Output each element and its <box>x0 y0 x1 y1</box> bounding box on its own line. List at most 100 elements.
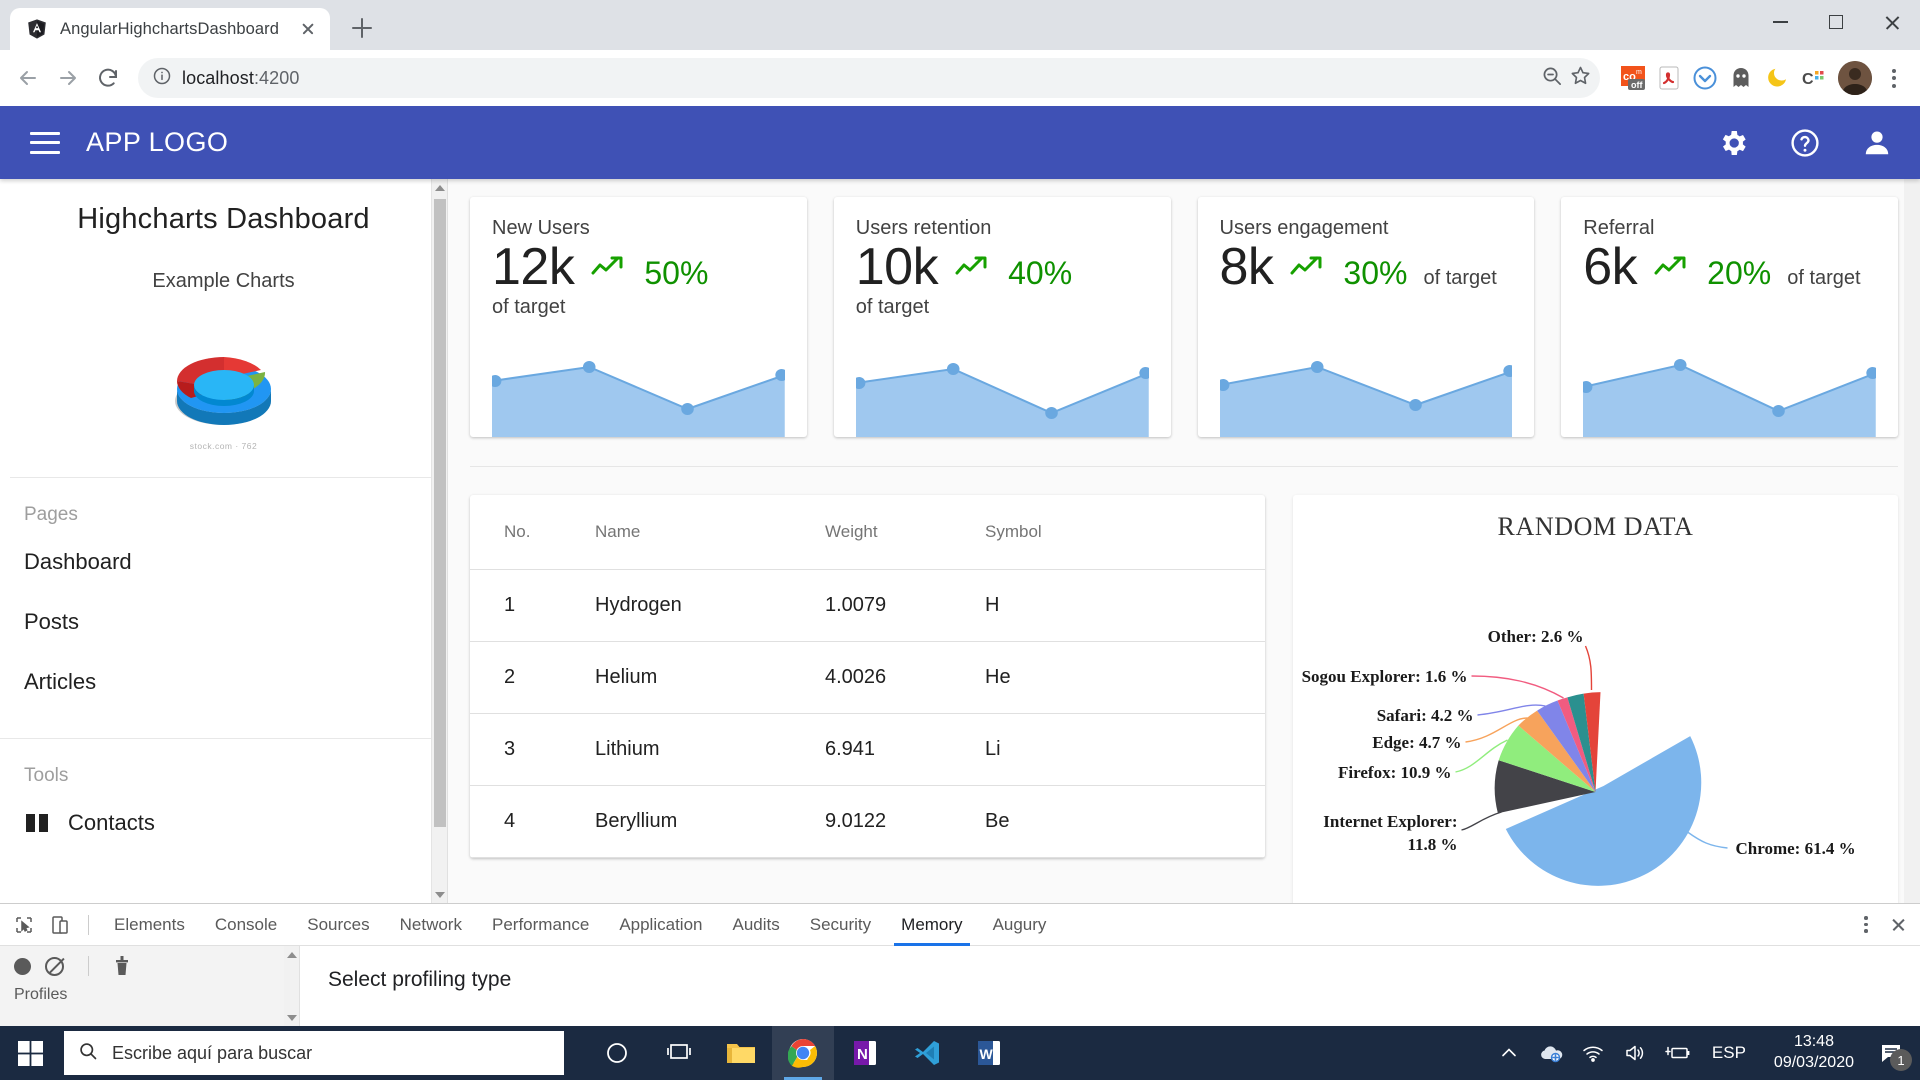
vscode-icon[interactable] <box>896 1026 958 1080</box>
help-circle-icon[interactable] <box>1788 126 1822 160</box>
devtools-tab-elements[interactable]: Elements <box>99 904 200 946</box>
pie-label-edge: Edge: 4.7 % <box>1372 733 1461 752</box>
sidebar-item-contacts[interactable]: Contacts <box>0 793 447 853</box>
info-circle-icon[interactable] <box>152 66 172 91</box>
scroll-down-arrow-icon[interactable] <box>284 1009 300 1026</box>
scroll-down-arrow-icon[interactable] <box>432 886 447 903</box>
window-close-button[interactable] <box>1864 0 1920 44</box>
battery-charging-icon[interactable] <box>1656 1026 1698 1080</box>
angular-logo-icon <box>26 18 48 40</box>
kebab-menu-icon[interactable] <box>1852 911 1880 939</box>
kebab-menu-icon[interactable] <box>1878 62 1910 94</box>
file-explorer-icon[interactable] <box>710 1026 772 1080</box>
devtools-tab-augury[interactable]: Augury <box>978 904 1062 946</box>
search-input[interactable]: Escribe aquí para buscar <box>64 1031 564 1075</box>
trend-up-icon <box>590 254 628 280</box>
gear-icon[interactable] <box>1716 126 1750 160</box>
scroll-up-arrow-icon[interactable] <box>432 179 447 196</box>
adobe-acrobat-icon[interactable] <box>1654 63 1684 93</box>
new-tab-button[interactable] <box>342 8 382 48</box>
pie-connector-sogou <box>1471 675 1564 699</box>
sidebar-item-articles[interactable]: Articles <box>0 652 447 712</box>
pie-connector-chrome <box>1687 831 1728 849</box>
browser-tab[interactable]: AngularHighchartsDashboard <box>10 8 330 50</box>
devtools-tab-network[interactable]: Network <box>385 904 477 946</box>
sidebar-section-label: Pages <box>24 504 78 525</box>
sidebar-subtitle: Example Charts <box>152 270 295 292</box>
cortana-icon[interactable] <box>586 1026 648 1080</box>
table-row[interactable]: 4 Beryllium 9.0122 Be <box>470 785 1265 858</box>
sidebar-item-dashboard[interactable]: Dashboard <box>0 532 447 592</box>
devtools-tab-performance[interactable]: Performance <box>477 904 604 946</box>
chrome-icon[interactable] <box>772 1026 834 1080</box>
devtools-sidebar-scrollbar[interactable] <box>284 946 299 1026</box>
reload-icon[interactable] <box>90 60 126 96</box>
action-center-icon[interactable]: 1 <box>1868 1026 1914 1080</box>
kpi-card-users-retention: Users retention 10k 40% of target <box>833 197 1171 437</box>
record-icon[interactable] <box>14 957 31 975</box>
inspect-element-icon[interactable] <box>6 907 42 943</box>
clear-icon[interactable] <box>45 956 64 976</box>
chevron-up-icon[interactable] <box>1488 1026 1530 1080</box>
tab-close-icon[interactable] <box>296 17 320 41</box>
kpi-value: 10k <box>855 238 939 296</box>
devtools-tab-audits[interactable]: Audits <box>717 904 794 946</box>
word-icon[interactable]: W <box>958 1026 1020 1080</box>
svg-text:off: off <box>1631 80 1643 90</box>
language-indicator[interactable]: ESP <box>1698 1043 1760 1063</box>
clickup-icon[interactable]: C <box>1798 63 1828 93</box>
sidebar-item-posts[interactable]: Posts <box>0 592 447 652</box>
address-bar[interactable]: localhost:4200 <box>138 58 1600 98</box>
devtools-memory-pane: Select profiling type <box>300 946 1920 1026</box>
window-maximize-button[interactable] <box>1808 0 1864 44</box>
kpi-label: Users engagement <box>1219 217 1389 239</box>
app-logo: APP LOGO <box>86 127 229 157</box>
table-row[interactable]: 2 Helium 4.0026 He <box>470 641 1265 714</box>
taskbar-apps: N W <box>586 1026 1020 1080</box>
svg-text:N: N <box>857 1046 868 1063</box>
content-scrollbar[interactable] <box>1904 179 1920 903</box>
devtools-tab-security[interactable]: Security <box>795 904 886 946</box>
devtools-close-icon[interactable] <box>1884 911 1912 939</box>
devtools-tabbar: Elements Console Sources Network Perform… <box>0 904 1920 946</box>
forward-arrow-icon[interactable] <box>50 60 86 96</box>
table-cell-symbol: He <box>985 641 1265 714</box>
windows-start-icon[interactable] <box>0 1026 62 1080</box>
sidebar-scrollbar-thumb[interactable] <box>434 199 446 827</box>
window-minimize-button[interactable] <box>1752 0 1808 44</box>
person-icon[interactable] <box>1860 126 1894 160</box>
onenote-icon[interactable]: N <box>834 1026 896 1080</box>
devtools-tab-application[interactable]: Application <box>604 904 717 946</box>
sidebar-header: Highcharts Dashboard Example Charts stoc… <box>0 179 447 478</box>
pie-chart-3d-image <box>163 319 285 435</box>
sidebar-scrollbar[interactable] <box>431 179 447 903</box>
wifi-icon[interactable] <box>1572 1026 1614 1080</box>
scroll-up-arrow-icon[interactable] <box>284 946 300 963</box>
device-toolbar-icon[interactable] <box>42 907 78 943</box>
star-icon[interactable] <box>1569 64 1592 92</box>
chart-title: RANDOM DATA <box>1497 512 1694 541</box>
back-arrow-icon[interactable] <box>10 60 46 96</box>
ghostery-icon[interactable] <box>1726 63 1756 93</box>
task-view-icon[interactable] <box>648 1026 710 1080</box>
table-row[interactable]: 1 Hydrogen 1.0079 H <box>470 569 1265 642</box>
devtools-body: Profiles Select profiling type <box>0 946 1920 1026</box>
devtools-tab-memory[interactable]: Memory <box>886 904 977 946</box>
speaker-icon[interactable] <box>1614 1026 1656 1080</box>
clock[interactable]: 13:48 09/03/2020 <box>1760 1032 1868 1074</box>
pocket-icon[interactable] <box>1690 63 1720 93</box>
trash-icon[interactable] <box>113 956 131 976</box>
colorzilla-icon[interactable]: co m off <box>1618 63 1648 93</box>
zoom-out-icon[interactable] <box>1540 64 1563 92</box>
nightmode-icon[interactable] <box>1762 63 1792 93</box>
hamburger-menu-icon[interactable] <box>30 131 60 154</box>
devtools-tab-sources[interactable]: Sources <box>292 904 384 946</box>
browser-toolbar: localhost:4200 co m off C <box>0 50 1920 106</box>
table-cell-no: 2 <box>470 641 595 714</box>
svg-text:W: W <box>980 1046 994 1062</box>
devtools-tab-console[interactable]: Console <box>200 904 292 946</box>
windows-taskbar: Escribe aquí para buscar N W ESP 13:48 0… <box>0 1026 1920 1080</box>
onedrive-icon[interactable] <box>1530 1026 1572 1080</box>
table-row[interactable]: 3 Lithium 6.941 Li <box>470 713 1265 786</box>
avatar[interactable] <box>1838 61 1872 95</box>
